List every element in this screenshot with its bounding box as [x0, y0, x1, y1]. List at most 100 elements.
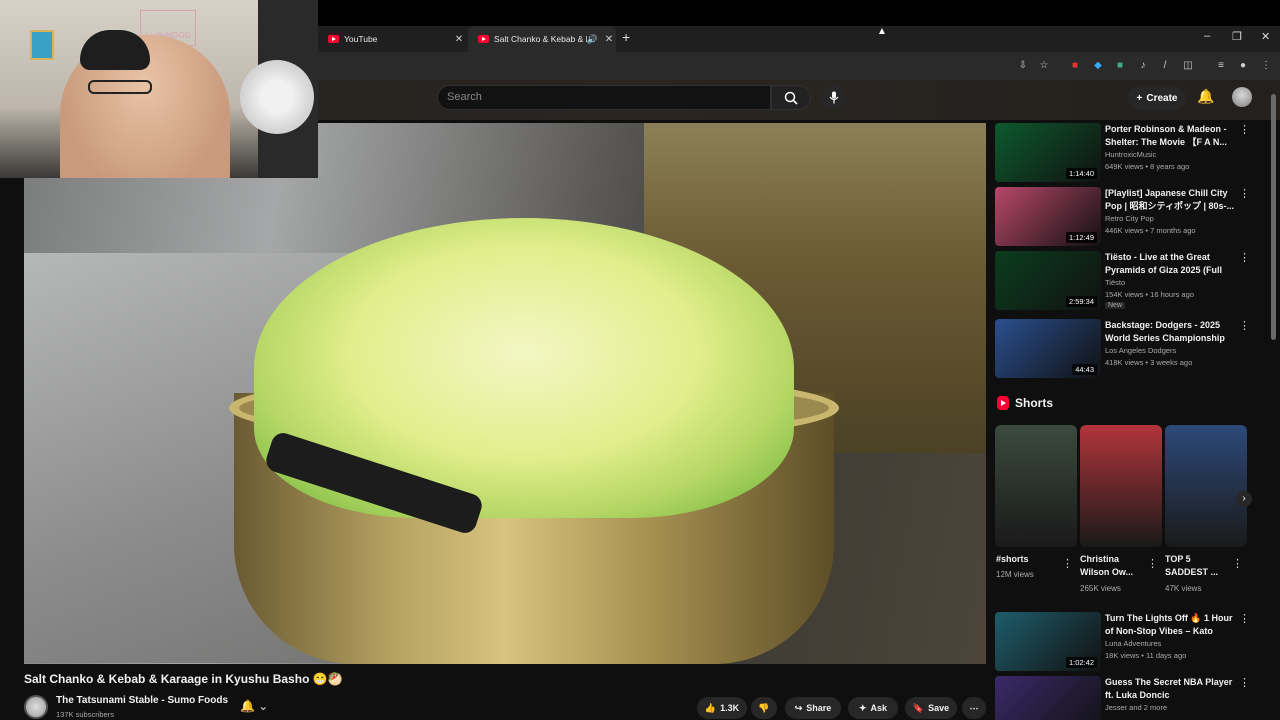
- subscriber-count: 137K subscribers: [56, 710, 114, 719]
- share-button[interactable]: ↪ Share: [785, 697, 841, 719]
- video-thumbnail[interactable]: 1:12:49: [995, 187, 1101, 246]
- recommendation-item[interactable]: 2:59:34 Tiësto - Live at the Great Pyram…: [995, 251, 1255, 311]
- search-icon: [784, 91, 798, 105]
- search-input[interactable]: Search: [437, 85, 771, 110]
- more-actions-button[interactable]: ⋯: [962, 697, 986, 719]
- recommendation-channel[interactable]: Retro City Pop: [1105, 214, 1154, 223]
- bookmark-icon: 🔖: [912, 702, 925, 713]
- profile-icon[interactable]: ●: [1236, 59, 1250, 73]
- short-title[interactable]: #shorts: [996, 553, 1029, 566]
- more-icon[interactable]: ⋮: [1239, 123, 1250, 136]
- extension-icon[interactable]: ≡: [1214, 59, 1228, 73]
- recommendation-meta: 446K views • 7 months ago: [1105, 226, 1196, 235]
- create-button[interactable]: + Create: [1128, 86, 1186, 110]
- recommendation-channel[interactable]: Jesser and 2 more: [1105, 703, 1167, 712]
- tab-youtube[interactable]: YouTube ✕: [318, 26, 466, 52]
- more-icon[interactable]: ⋮: [1239, 676, 1250, 689]
- more-icon[interactable]: ⋮: [1147, 557, 1158, 570]
- create-label: Create: [1146, 92, 1178, 104]
- video-thumbnail[interactable]: [995, 676, 1101, 720]
- close-icon[interactable]: ✕: [602, 34, 616, 45]
- duration-badge: 1:02:42: [1065, 657, 1097, 668]
- subscription-bell-icon[interactable]: 🔔 ⌄: [240, 699, 268, 713]
- more-icon[interactable]: ⋮: [1232, 557, 1243, 570]
- more-icon[interactable]: ⋮: [1239, 319, 1250, 332]
- extension-icon[interactable]: ■: [1113, 59, 1127, 73]
- speaker-icon[interactable]: 🔊: [587, 34, 598, 45]
- channel-name[interactable]: The Tatsunami Stable - Sumo Foods: [56, 695, 228, 706]
- short-views: 47K views: [1165, 584, 1202, 593]
- mouse-cursor-icon: ▲: [877, 26, 887, 37]
- tab-title: YouTube: [344, 34, 378, 44]
- like-button[interactable]: 👍 1.3K: [697, 697, 747, 719]
- scrollbar[interactable]: [1271, 94, 1276, 340]
- more-icon[interactable]: ⋮: [1062, 557, 1073, 570]
- extension-icon[interactable]: ◆: [1091, 59, 1105, 73]
- extension-icon[interactable]: /: [1158, 59, 1172, 73]
- short-thumbnail[interactable]: [1080, 425, 1162, 547]
- video-thumbnail[interactable]: 1:14:40: [995, 123, 1101, 182]
- like-count: 1.3K: [720, 703, 740, 713]
- video-thumbnail[interactable]: 1:02:42: [995, 612, 1101, 671]
- recommendation-meta: 18K views • 11 days ago: [1105, 651, 1187, 660]
- more-icon[interactable]: ⋮: [1239, 251, 1250, 264]
- account-avatar[interactable]: [1232, 87, 1252, 107]
- video-thumbnail[interactable]: 2:59:34: [995, 251, 1101, 310]
- short-thumbnail[interactable]: [1165, 425, 1247, 547]
- short-title[interactable]: TOP 5 SADDEST ...: [1165, 553, 1227, 579]
- microphone-icon: [829, 91, 838, 104]
- recommendation-item[interactable]: 1:14:40 Porter Robinson & Madeon - Shelt…: [995, 123, 1255, 183]
- more-icon[interactable]: ⋮: [1239, 612, 1250, 625]
- short-title[interactable]: Christina Wilson Ow...: [1080, 553, 1142, 579]
- recommendation-item[interactable]: 44:43 Backstage: Dodgers - 2025 World Se…: [995, 319, 1255, 379]
- fan: [240, 60, 314, 134]
- video-title: Salt Chanko & Kebab & Karaage in Kyushu …: [24, 672, 343, 686]
- recommendation-title[interactable]: Tiësto - Live at the Great Pyramids of G…: [1105, 251, 1235, 277]
- streamer-glasses: [88, 80, 152, 94]
- volume-icon[interactable]: ♪: [1136, 59, 1150, 73]
- puzzle-icon[interactable]: ◫: [1181, 59, 1195, 73]
- dislike-button[interactable]: 👎: [751, 697, 777, 719]
- tab-video[interactable]: Salt Chanko & Kebab & Ka 🔊 ✕: [468, 26, 616, 52]
- more-icon: ⋯: [969, 702, 979, 713]
- video-player[interactable]: [24, 123, 986, 664]
- duration-badge: 2:59:34: [1065, 296, 1097, 307]
- recommendation-channel[interactable]: Los Angeles Dodgers: [1105, 346, 1176, 355]
- search-button[interactable]: [771, 85, 811, 110]
- voice-search-button[interactable]: [821, 85, 846, 110]
- youtube-favicon-icon: [478, 35, 489, 43]
- recommendation-channel[interactable]: Tiësto: [1105, 278, 1125, 287]
- sparkle-icon: ✦: [858, 702, 867, 713]
- recommendation-title[interactable]: Backstage: Dodgers - 2025 World Series C…: [1105, 319, 1235, 345]
- tab-title: Salt Chanko & Kebab & Ka: [494, 34, 587, 44]
- more-icon[interactable]: ⋮: [1239, 187, 1250, 200]
- recommendation-item[interactable]: 1:12:49 [Playlist] Japanese Chill City P…: [995, 187, 1255, 247]
- notifications-bell-icon[interactable]: 🔔: [1197, 88, 1214, 105]
- recommendation-title[interactable]: Guess The Secret NBA Player ft. Luka Don…: [1105, 676, 1235, 701]
- save-button[interactable]: 🔖 Save: [905, 697, 957, 719]
- recommendation-channel[interactable]: Luna Adventures: [1105, 639, 1161, 648]
- extension-icon[interactable]: ■: [1068, 59, 1082, 73]
- short-thumbnail[interactable]: [995, 425, 1077, 547]
- menu-icon[interactable]: ⋮: [1259, 59, 1273, 73]
- recommendation-item[interactable]: Guess The Secret NBA Player ft. Luka Don…: [995, 676, 1255, 720]
- maximize-button[interactable]: ❐: [1232, 30, 1242, 43]
- close-icon[interactable]: ✕: [452, 34, 466, 45]
- shorts-heading: Shorts: [997, 396, 1053, 410]
- recommendation-meta: 649K views • 8 years ago: [1105, 162, 1190, 171]
- recommendation-channel[interactable]: HuntroxicMusic: [1105, 150, 1156, 159]
- chevron-right-icon[interactable]: ›: [1236, 491, 1252, 507]
- recommendation-title[interactable]: Porter Robinson & Madeon - Shelter: The …: [1105, 123, 1235, 148]
- channel-avatar[interactable]: [24, 695, 48, 719]
- star-icon[interactable]: ☆: [1037, 59, 1051, 73]
- recommendation-item[interactable]: 1:02:42 Turn The Lights Off 🔥 1 Hour of …: [995, 612, 1255, 672]
- new-tab-button[interactable]: +: [622, 29, 630, 45]
- close-window-button[interactable]: ✕: [1261, 30, 1270, 43]
- video-thumbnail[interactable]: 44:43: [995, 319, 1101, 378]
- wall-poster: [30, 30, 54, 60]
- recommendation-title[interactable]: [Playlist] Japanese Chill City Pop | 昭和シ…: [1105, 187, 1235, 212]
- ask-button[interactable]: ✦ Ask: [848, 697, 898, 719]
- install-icon[interactable]: ⇩: [1016, 59, 1030, 73]
- recommendation-title[interactable]: Turn The Lights Off 🔥 1 Hour of Non-Stop…: [1105, 612, 1235, 638]
- minimize-button[interactable]: –: [1204, 30, 1210, 42]
